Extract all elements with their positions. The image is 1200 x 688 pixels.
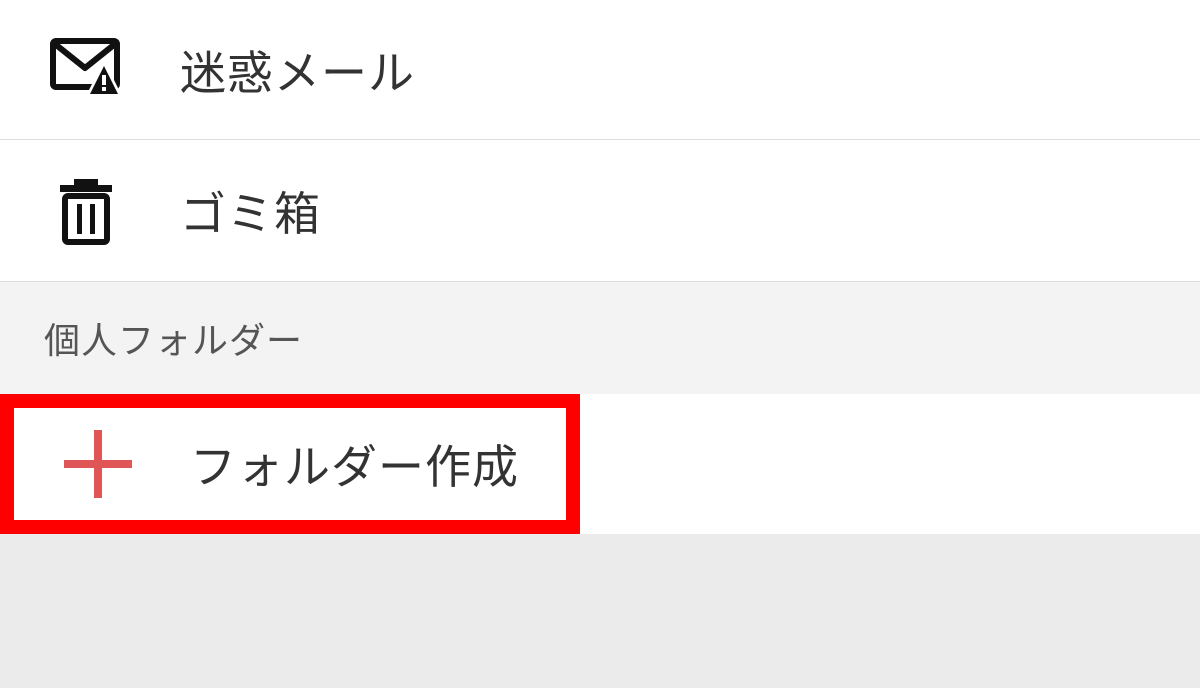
folder-item-spam[interactable]: 迷惑メール [0, 0, 1200, 140]
folder-item-label: 迷惑メール [180, 45, 415, 100]
create-folder-button[interactable]: フォルダー作成 [0, 394, 1200, 534]
folder-list: 迷惑メール ゴミ箱 [0, 0, 1200, 282]
section-header-personal-folders: 個人フォルダー [0, 282, 1200, 394]
create-folder-label: フォルダー作成 [190, 440, 519, 494]
section-title: 個人フォルダー [44, 321, 304, 362]
trash-icon [50, 175, 122, 247]
folder-item-trash[interactable]: ゴミ箱 [0, 140, 1200, 282]
empty-area [0, 534, 1200, 688]
spam-mail-icon [50, 34, 122, 106]
plus-icon [60, 426, 136, 502]
folder-item-label: ゴミ箱 [180, 186, 321, 241]
